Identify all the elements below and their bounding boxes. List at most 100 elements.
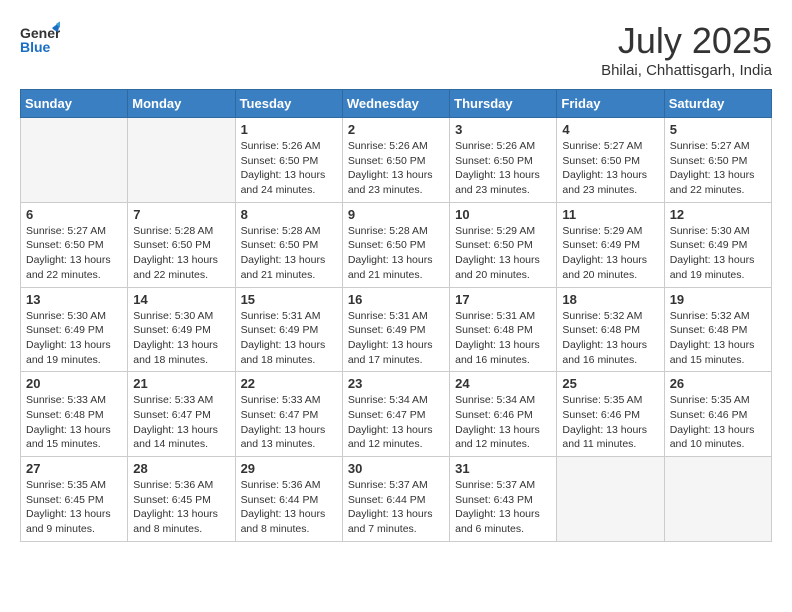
logo: General Blue [20, 20, 60, 60]
calendar-cell: 22 Sunrise: 5:33 AM Sunset: 6:47 PM Dayli… [235, 372, 342, 457]
day-info: Sunrise: 5:31 AM Sunset: 6:49 PM Dayligh… [348, 309, 444, 368]
day-number: 18 [562, 292, 658, 307]
day-number: 13 [26, 292, 122, 307]
day-number: 11 [562, 207, 658, 222]
calendar-cell: 29 Sunrise: 5:36 AM Sunset: 6:44 PM Dayli… [235, 457, 342, 542]
calendar-week-0: 1 Sunrise: 5:26 AM Sunset: 6:50 PM Daylig… [21, 118, 772, 203]
calendar-table: SundayMondayTuesdayWednesdayThursdayFrid… [20, 89, 772, 542]
page-header: General Blue July 2025 Bhilai, Chhattisg… [20, 20, 772, 79]
header-saturday: Saturday [664, 90, 771, 118]
day-number: 5 [670, 122, 766, 137]
day-info: Sunrise: 5:35 AM Sunset: 6:46 PM Dayligh… [670, 393, 766, 452]
day-info: Sunrise: 5:30 AM Sunset: 6:49 PM Dayligh… [133, 309, 229, 368]
day-info: Sunrise: 5:32 AM Sunset: 6:48 PM Dayligh… [670, 309, 766, 368]
day-info: Sunrise: 5:26 AM Sunset: 6:50 PM Dayligh… [455, 139, 551, 198]
day-number: 14 [133, 292, 229, 307]
day-info: Sunrise: 5:35 AM Sunset: 6:46 PM Dayligh… [562, 393, 658, 452]
calendar-cell: 1 Sunrise: 5:26 AM Sunset: 6:50 PM Daylig… [235, 118, 342, 203]
day-number: 30 [348, 461, 444, 476]
day-info: Sunrise: 5:32 AM Sunset: 6:48 PM Dayligh… [562, 309, 658, 368]
day-number: 27 [26, 461, 122, 476]
calendar-cell: 20Sunrise: 5:33 AM Sunset: 6:48 PM Dayli… [21, 372, 128, 457]
calendar-week-4: 27 Sunrise: 5:35 AM Sunset: 6:45 PM Dayli… [21, 457, 772, 542]
header-wednesday: Wednesday [342, 90, 449, 118]
logo-icon: General Blue [20, 20, 60, 60]
day-info: Sunrise: 5:26 AM Sunset: 6:50 PM Dayligh… [348, 139, 444, 198]
day-info: Sunrise: 5:36 AM Sunset: 6:45 PM Dayligh… [133, 478, 229, 537]
day-info: Sunrise: 5:27 AM Sunset: 6:50 PM Dayligh… [26, 224, 122, 283]
calendar-cell: 30 Sunrise: 5:37 AM Sunset: 6:44 PM Dayli… [342, 457, 449, 542]
calendar-week-2: 13 Sunrise: 5:30 AM Sunset: 6:49 PM Dayli… [21, 287, 772, 372]
day-number: 26 [670, 376, 766, 391]
calendar-cell: 2 Sunrise: 5:26 AM Sunset: 6:50 PM Daylig… [342, 118, 449, 203]
day-number: 21 [133, 376, 229, 391]
day-number: 22 [241, 376, 337, 391]
calendar-cell: 7 Sunrise: 5:28 AM Sunset: 6:50 PM Daylig… [128, 202, 235, 287]
calendar-cell: 8 Sunrise: 5:28 AM Sunset: 6:50 PM Daylig… [235, 202, 342, 287]
calendar-cell: 6Sunrise: 5:27 AM Sunset: 6:50 PM Daylig… [21, 202, 128, 287]
calendar-header-row: SundayMondayTuesdayWednesdayThursdayFrid… [21, 90, 772, 118]
day-info: Sunrise: 5:28 AM Sunset: 6:50 PM Dayligh… [133, 224, 229, 283]
header-thursday: Thursday [450, 90, 557, 118]
day-info: Sunrise: 5:35 AM Sunset: 6:45 PM Dayligh… [26, 478, 122, 537]
day-number: 2 [348, 122, 444, 137]
calendar-cell: 19 Sunrise: 5:32 AM Sunset: 6:48 PM Dayli… [664, 287, 771, 372]
calendar-cell: 16 Sunrise: 5:31 AM Sunset: 6:49 PM Dayli… [342, 287, 449, 372]
calendar-cell: 24 Sunrise: 5:34 AM Sunset: 6:46 PM Dayli… [450, 372, 557, 457]
day-info: Sunrise: 5:37 AM Sunset: 6:44 PM Dayligh… [348, 478, 444, 537]
day-number: 31 [455, 461, 551, 476]
calendar-cell: 14 Sunrise: 5:30 AM Sunset: 6:49 PM Dayli… [128, 287, 235, 372]
day-number: 8 [241, 207, 337, 222]
calendar-cell: 10 Sunrise: 5:29 AM Sunset: 6:50 PM Dayli… [450, 202, 557, 287]
day-info: Sunrise: 5:33 AM Sunset: 6:47 PM Dayligh… [241, 393, 337, 452]
calendar-cell: 18 Sunrise: 5:32 AM Sunset: 6:48 PM Dayli… [557, 287, 664, 372]
day-number: 23 [348, 376, 444, 391]
day-number: 16 [348, 292, 444, 307]
day-info: Sunrise: 5:31 AM Sunset: 6:49 PM Dayligh… [241, 309, 337, 368]
calendar-cell [557, 457, 664, 542]
calendar-cell: 25Sunrise: 5:35 AM Sunset: 6:46 PM Dayli… [557, 372, 664, 457]
calendar-cell: 31 Sunrise: 5:37 AM Sunset: 6:43 PM Dayli… [450, 457, 557, 542]
day-info: Sunrise: 5:27 AM Sunset: 6:50 PM Dayligh… [670, 139, 766, 198]
calendar-cell: 28Sunrise: 5:36 AM Sunset: 6:45 PM Dayli… [128, 457, 235, 542]
calendar-cell: 21Sunrise: 5:33 AM Sunset: 6:47 PM Dayli… [128, 372, 235, 457]
day-number: 29 [241, 461, 337, 476]
month-title: July 2025 [601, 20, 772, 62]
day-info: Sunrise: 5:34 AM Sunset: 6:47 PM Dayligh… [348, 393, 444, 452]
day-number: 12 [670, 207, 766, 222]
calendar-cell: 3 Sunrise: 5:26 AM Sunset: 6:50 PM Daylig… [450, 118, 557, 203]
day-number: 1 [241, 122, 337, 137]
calendar-cell: 9 Sunrise: 5:28 AM Sunset: 6:50 PM Daylig… [342, 202, 449, 287]
calendar-cell [664, 457, 771, 542]
calendar-cell: 23 Sunrise: 5:34 AM Sunset: 6:47 PM Dayli… [342, 372, 449, 457]
header-monday: Monday [128, 90, 235, 118]
location-subtitle: Bhilai, Chhattisgarh, India [601, 62, 772, 79]
day-number: 24 [455, 376, 551, 391]
day-number: 7 [133, 207, 229, 222]
header-friday: Friday [557, 90, 664, 118]
calendar-cell: 15Sunrise: 5:31 AM Sunset: 6:49 PM Dayli… [235, 287, 342, 372]
day-info: Sunrise: 5:36 AM Sunset: 6:44 PM Dayligh… [241, 478, 337, 537]
day-info: Sunrise: 5:30 AM Sunset: 6:49 PM Dayligh… [670, 224, 766, 283]
calendar-cell: 13Sunrise: 5:30 AM Sunset: 6:49 PM Dayli… [21, 287, 128, 372]
day-number: 19 [670, 292, 766, 307]
calendar-cell: 5 Sunrise: 5:27 AM Sunset: 6:50 PM Daylig… [664, 118, 771, 203]
day-info: Sunrise: 5:26 AM Sunset: 6:50 PM Dayligh… [241, 139, 337, 198]
day-info: Sunrise: 5:29 AM Sunset: 6:50 PM Dayligh… [455, 224, 551, 283]
day-info: Sunrise: 5:29 AM Sunset: 6:49 PM Dayligh… [562, 224, 658, 283]
day-info: Sunrise: 5:34 AM Sunset: 6:46 PM Dayligh… [455, 393, 551, 452]
calendar-cell: 26 Sunrise: 5:35 AM Sunset: 6:46 PM Dayli… [664, 372, 771, 457]
header-sunday: Sunday [21, 90, 128, 118]
day-number: 10 [455, 207, 551, 222]
day-info: Sunrise: 5:28 AM Sunset: 6:50 PM Dayligh… [241, 224, 337, 283]
day-info: Sunrise: 5:37 AM Sunset: 6:43 PM Dayligh… [455, 478, 551, 537]
calendar-cell [128, 118, 235, 203]
day-number: 3 [455, 122, 551, 137]
day-info: Sunrise: 5:28 AM Sunset: 6:50 PM Dayligh… [348, 224, 444, 283]
day-number: 9 [348, 207, 444, 222]
header-tuesday: Tuesday [235, 90, 342, 118]
calendar-cell: 17Sunrise: 5:31 AM Sunset: 6:48 PM Dayli… [450, 287, 557, 372]
calendar-cell: 4Sunrise: 5:27 AM Sunset: 6:50 PM Daylig… [557, 118, 664, 203]
day-number: 17 [455, 292, 551, 307]
calendar-week-1: 6Sunrise: 5:27 AM Sunset: 6:50 PM Daylig… [21, 202, 772, 287]
